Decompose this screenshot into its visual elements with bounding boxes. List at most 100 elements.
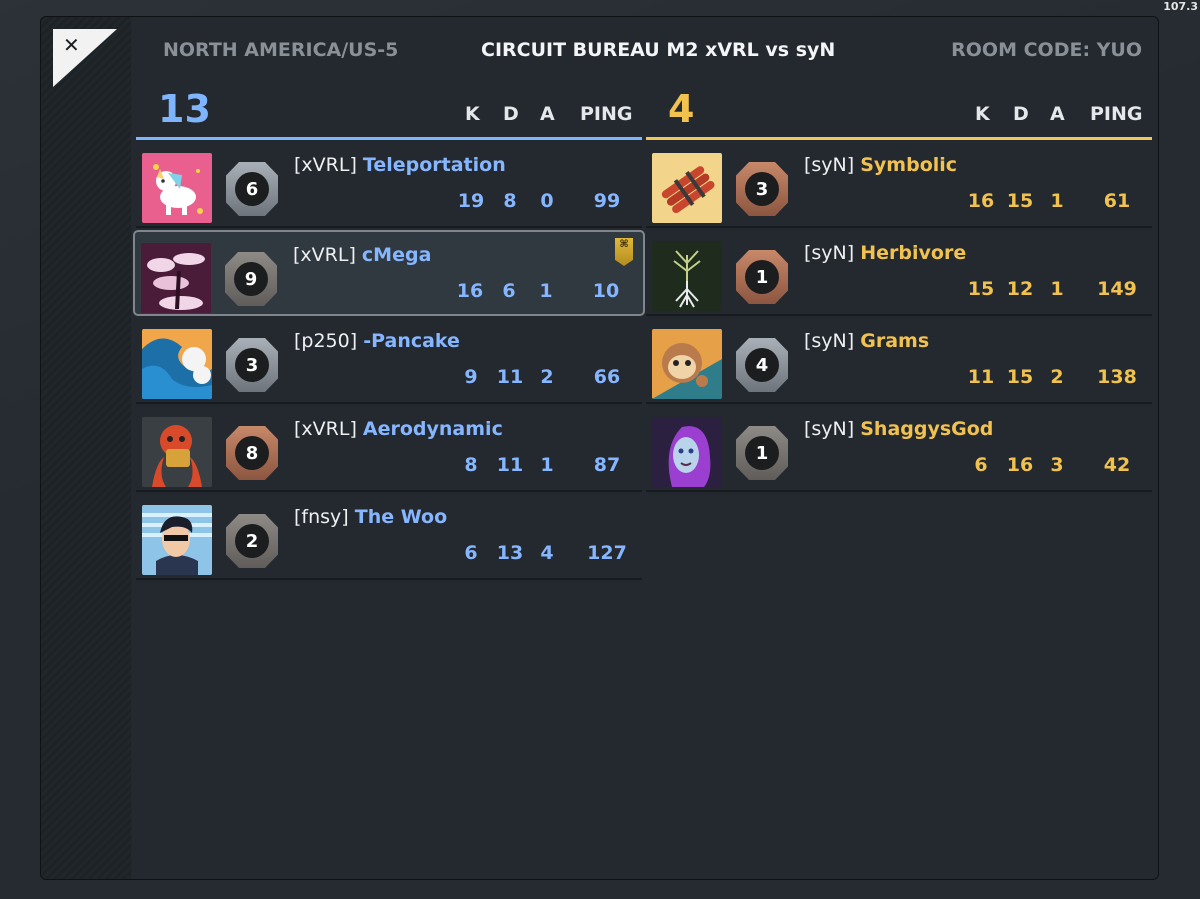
deaths-value: 15 [1006, 366, 1034, 388]
purple-hair-woman-avatar-icon [652, 417, 722, 487]
match-title: CIRCUIT BUREAU M2 xVRL vs syN [481, 39, 836, 61]
dynamite-avatar-icon [652, 153, 722, 223]
kills-value: 6 [974, 454, 988, 476]
player-name: [xVRL] Aerodynamic [294, 418, 503, 440]
kills-value: 8 [464, 454, 478, 476]
player-nickname: Teleportation [362, 154, 506, 176]
col-kills: K [975, 103, 990, 125]
team-blue-score: 13 [158, 87, 211, 131]
player-name: [xVRL] cMega [293, 244, 431, 266]
col-deaths: D [1013, 103, 1029, 125]
clan-tag: [syN] [804, 242, 855, 264]
clan-tag: [xVRL] [294, 418, 357, 440]
deaths-value: 13 [496, 542, 524, 564]
sunglasses-man-avatar-icon [142, 505, 212, 575]
player-row-selected[interactable]: 9 [xVRL] cMega ⌘ 16 6 1 10 [133, 230, 645, 316]
player-nickname: Grams [860, 330, 930, 352]
fps-counter: 107.3 [1163, 0, 1198, 13]
player-row[interactable]: 1 [syN] Herbivore 15 12 1 149 [646, 230, 1152, 316]
close-icon: ✕ [63, 33, 80, 57]
clan-tag: [syN] [804, 330, 855, 352]
team-gold: 4 K D A PING 3 [syN] Symbolic 16 15 1 61 [646, 83, 1152, 492]
scoreboard-panel: ✕ NORTH AMERICA/US-5 CIRCUIT BUREAU M2 x… [40, 16, 1159, 880]
player-name: [syN] Grams [804, 330, 929, 352]
assists-value: 2 [1050, 366, 1064, 388]
col-ping: PING [1090, 103, 1143, 125]
wave-avatar-icon [142, 329, 212, 399]
ping-value: 149 [1097, 278, 1137, 300]
player-name: [xVRL] Teleportation [294, 154, 506, 176]
server-region: NORTH AMERICA/US-5 [163, 39, 399, 61]
player-nickname: cMega [361, 244, 432, 266]
player-row[interactable]: 8 [xVRL] Aerodynamic 8 11 1 87 [136, 406, 642, 492]
clan-tag: [xVRL] [294, 154, 357, 176]
assists-value: 1 [540, 454, 554, 476]
assists-value: 1 [539, 280, 553, 302]
kills-value: 9 [464, 366, 478, 388]
ping-value: 66 [593, 366, 621, 388]
clan-tag: [syN] [804, 154, 855, 176]
deaths-value: 11 [496, 454, 524, 476]
player-nickname: Symbolic [860, 154, 958, 176]
deaths-value: 11 [496, 366, 524, 388]
player-nickname: ShaggysGod [860, 418, 994, 440]
room-code: ROOM CODE: YUO [951, 39, 1142, 61]
ping-value: 127 [587, 542, 627, 564]
team-gold-score: 4 [668, 87, 695, 131]
col-ping: PING [580, 103, 633, 125]
rank-badge: 1 [736, 250, 788, 304]
player-nickname: Aerodynamic [362, 418, 503, 440]
player-name: [p250] -Pancake [294, 330, 460, 352]
rank-badge: 2 [226, 514, 278, 568]
rank-badge: 9 [225, 252, 277, 306]
cloud-tree-avatar-icon [141, 243, 211, 313]
player-row[interactable]: 3 [p250] -Pancake 9 11 2 66 [136, 318, 642, 404]
octopus-avatar-icon [142, 417, 212, 487]
deaths-value: 12 [1006, 278, 1034, 300]
clan-tag: [p250] [294, 330, 358, 352]
rank-badge: 4 [736, 338, 788, 392]
clan-tag: [fnsy] [294, 506, 349, 528]
player-row[interactable]: 1 [syN] ShaggysGod 6 16 3 42 [646, 406, 1152, 492]
rank-badge: 1 [736, 426, 788, 480]
player-nickname: Herbivore [860, 242, 967, 264]
player-row[interactable]: 3 [syN] Symbolic 16 15 1 61 [646, 142, 1152, 228]
player-row[interactable]: 6 [xVRL] Teleportation 19 8 0 99 [136, 142, 642, 228]
rank-badge: 3 [736, 162, 788, 216]
player-name: [syN] Symbolic [804, 154, 957, 176]
col-kills: K [465, 103, 480, 125]
deaths-value: 8 [503, 190, 517, 212]
assists-value: 0 [540, 190, 554, 212]
ping-value: 138 [1097, 366, 1137, 388]
kills-value: 16 [456, 280, 484, 302]
kills-value: 15 [967, 278, 995, 300]
rank-badge: 6 [226, 162, 278, 216]
tree-roots-avatar-icon [652, 241, 722, 311]
assists-value: 4 [540, 542, 554, 564]
col-deaths: D [503, 103, 519, 125]
ping-value: 61 [1103, 190, 1131, 212]
team-blue-header: 13 K D A PING [136, 83, 642, 140]
rank-badge: 3 [226, 338, 278, 392]
rank-badge: 8 [226, 426, 278, 480]
assists-value: 3 [1050, 454, 1064, 476]
kills-value: 19 [457, 190, 485, 212]
team-gold-header: 4 K D A PING [646, 83, 1152, 140]
clan-tag: [syN] [804, 418, 855, 440]
team-blue: 13 K D A PING 6 [xVRL] Teleportation 19 … [133, 83, 645, 580]
player-row[interactable]: 2 [fnsy] The Woo 6 13 4 127 [136, 494, 642, 580]
ping-value: 10 [592, 280, 620, 302]
player-name: [syN] Herbivore [804, 242, 966, 264]
ping-value: 99 [593, 190, 621, 212]
assists-value: 1 [1050, 278, 1064, 300]
kills-value: 16 [967, 190, 995, 212]
sloth-avatar-icon [652, 329, 722, 399]
player-nickname: -Pancake [363, 330, 460, 352]
unicorn-avatar-icon [142, 153, 212, 223]
player-row[interactable]: 4 [syN] Grams 11 15 2 138 [646, 318, 1152, 404]
deaths-value: 16 [1006, 454, 1034, 476]
deaths-value: 15 [1006, 190, 1034, 212]
col-assists: A [1050, 103, 1065, 125]
player-name: [fnsy] The Woo [294, 506, 447, 528]
assists-value: 2 [540, 366, 554, 388]
